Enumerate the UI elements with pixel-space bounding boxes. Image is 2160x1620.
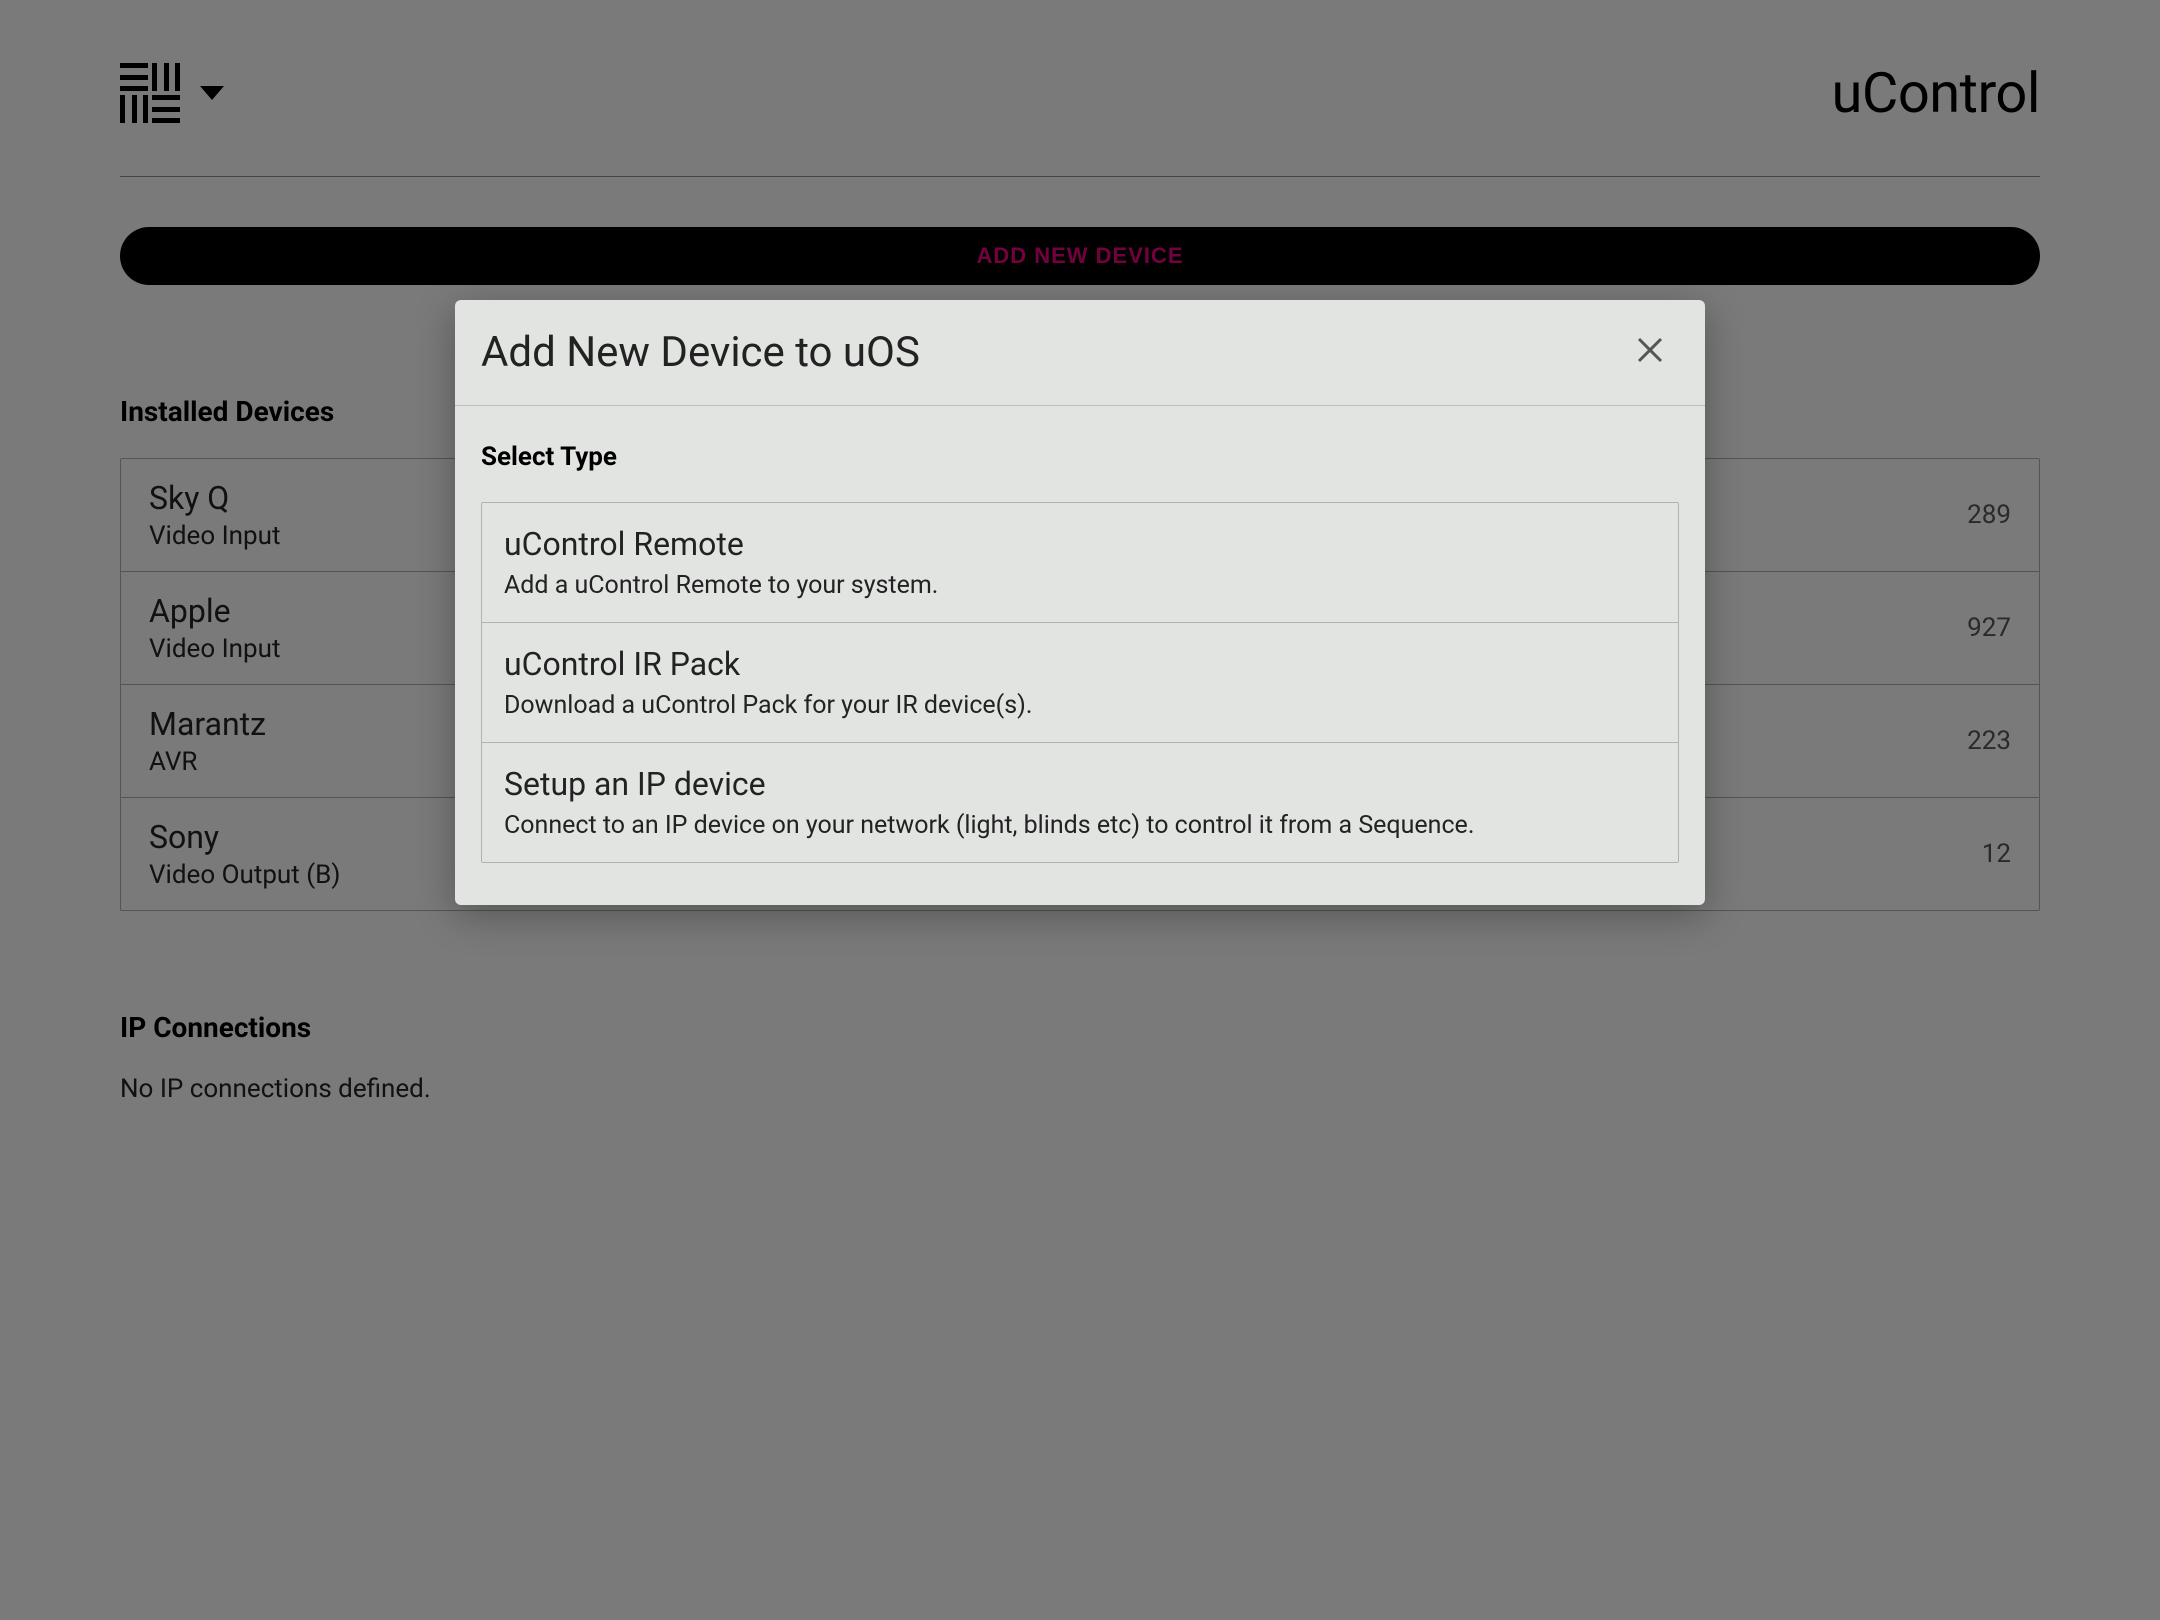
- add-device-modal: Add New Device to uOS Select Type uContr…: [455, 300, 1705, 905]
- option-desc: Connect to an IP device on your network …: [504, 811, 1656, 840]
- option-desc: Add a uControl Remote to your system.: [504, 571, 1656, 600]
- option-title: Setup an IP device: [504, 765, 1656, 803]
- option-ucontrol-remote[interactable]: uControl Remote Add a uControl Remote to…: [482, 503, 1678, 623]
- modal-overlay[interactable]: Add New Device to uOS Select Type uContr…: [0, 0, 2160, 1620]
- option-setup-ip-device[interactable]: Setup an IP device Connect to an IP devi…: [482, 743, 1678, 862]
- option-title: uControl Remote: [504, 525, 1656, 563]
- option-title: uControl IR Pack: [504, 645, 1656, 683]
- option-ucontrol-ir-pack[interactable]: uControl IR Pack Download a uControl Pac…: [482, 623, 1678, 743]
- select-type-label: Select Type: [481, 442, 1679, 472]
- option-desc: Download a uControl Pack for your IR dev…: [504, 691, 1656, 720]
- device-type-list: uControl Remote Add a uControl Remote to…: [481, 502, 1679, 863]
- modal-title: Add New Device to uOS: [481, 328, 920, 377]
- close-icon[interactable]: [1627, 330, 1673, 376]
- modal-header: Add New Device to uOS: [455, 300, 1705, 406]
